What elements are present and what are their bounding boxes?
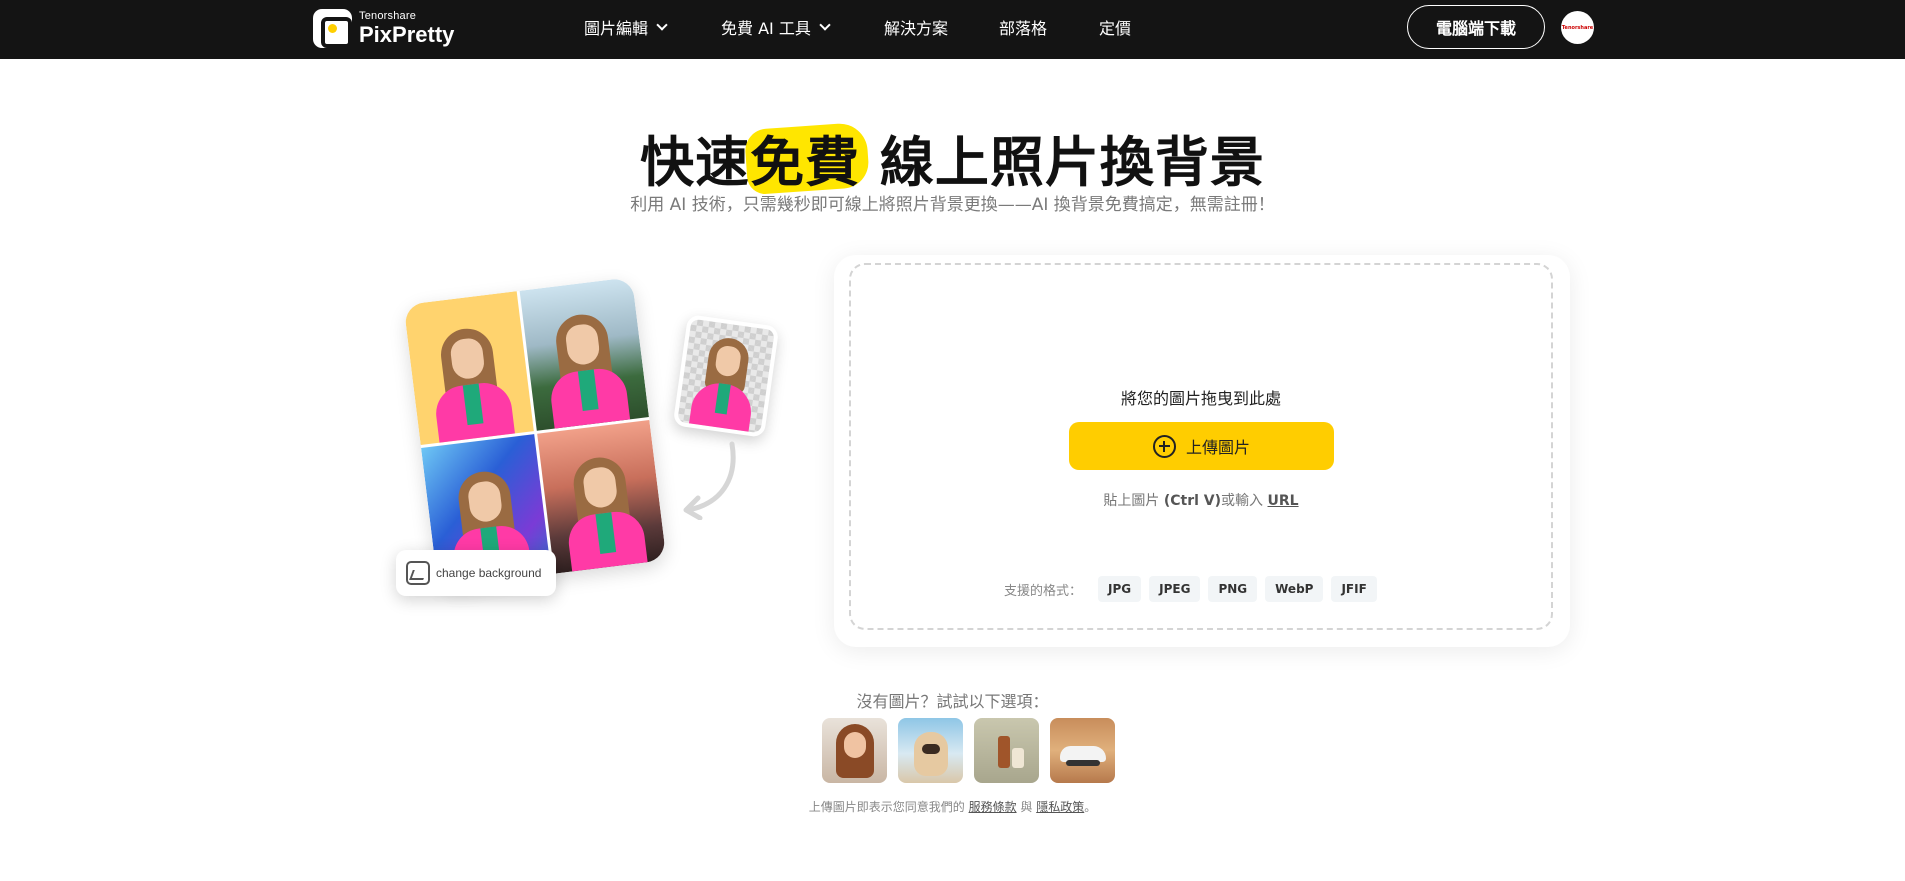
paste-hint: 貼上圖片 (Ctrl V)或輸入 URL — [1103, 493, 1299, 509]
format-badge: JPG — [1098, 576, 1142, 602]
page-title: 快速免費 線上照片換背景 — [0, 118, 1905, 197]
background-variations-grid — [403, 277, 667, 588]
drop-instruction: 將您的圖片拖曳到此處 — [1120, 389, 1281, 408]
chevron-down-icon — [819, 18, 831, 31]
sample-dog[interactable] — [898, 718, 963, 783]
privacy-policy-link[interactable]: 隱私政策 — [1036, 800, 1084, 814]
samples-title: 沒有圖片？試試以下選項： — [856, 692, 1049, 711]
desktop-download-button[interactable]: 電腦端下載 — [1407, 5, 1545, 49]
hero-illustration: change background — [390, 277, 790, 610]
nav-item-label: 解決方案 — [884, 19, 949, 38]
upload-card: 將您的圖片拖曳到此處 上傳圖片 貼上圖片 (Ctrl V)或輸入 URL 支援的… — [834, 255, 1570, 647]
image-dropzone[interactable]: 將您的圖片拖曳到此處 上傳圖片 貼上圖片 (Ctrl V)或輸入 URL 支援的… — [849, 263, 1553, 630]
upload-image-button[interactable]: 上傳圖片 — [1069, 422, 1334, 470]
change-background-chip: change background — [396, 550, 556, 596]
image-edit-icon — [406, 561, 430, 585]
account-avatar[interactable]: Tenorshare — [1561, 11, 1594, 44]
chip-label: change background — [436, 566, 542, 580]
nav-item-image-editing[interactable]: 圖片編輯 — [584, 16, 668, 38]
variation-city-background — [536, 419, 667, 574]
brand-company: Tenorshare — [359, 10, 417, 22]
upload-button-label: 上傳圖片 — [1185, 438, 1250, 457]
nav-item-label: 圖片編輯 — [584, 19, 649, 38]
format-badge: JFIF — [1331, 576, 1377, 602]
sample-images — [822, 718, 1115, 783]
transparent-cutout-image — [672, 314, 780, 438]
terms-notice: 上傳圖片即表示您同意我們的 服務條款 與 隱私政策。 — [808, 800, 1097, 814]
sample-portrait[interactable] — [822, 718, 887, 783]
curved-arrow-icon — [683, 441, 736, 520]
nav-item-solutions[interactable]: 解決方案 — [884, 16, 948, 38]
nav-item-pricing[interactable]: 定價 — [1099, 16, 1131, 38]
brand-logo[interactable]: Tenorshare PixPretty — [313, 9, 454, 48]
format-badge: WebP — [1265, 576, 1324, 602]
variation-mountain-background — [519, 277, 649, 431]
format-badge: PNG — [1208, 576, 1258, 602]
title-highlight: 免費 — [750, 118, 860, 197]
variation-yellow-background — [403, 291, 534, 446]
page-subtitle: 利用 AI 技術，只需幾秒即可線上將照片背景更換——AI 換背景免費搞定，無需註… — [630, 195, 1275, 215]
title-part-2: 線上照片換背景 — [860, 131, 1265, 194]
sample-car[interactable] — [1050, 718, 1115, 783]
nav-item-label: 免費 AI 工具 — [721, 19, 811, 38]
format-badge: JPEG — [1149, 576, 1201, 602]
nav-item-free-ai-tools[interactable]: 免費 AI 工具 — [721, 16, 831, 38]
enter-url-link[interactable]: URL — [1268, 493, 1299, 509]
terms-of-service-link[interactable]: 服務條款 — [969, 800, 1017, 814]
nav-item-label: 定價 — [1099, 19, 1132, 38]
paste-shortcut: (Ctrl V) — [1163, 493, 1222, 509]
brand-product: PixPretty — [359, 22, 455, 47]
title-part-1: 快速 — [640, 131, 751, 194]
nav-item-blog[interactable]: 部落格 — [999, 16, 1047, 38]
supported-formats: 支援的格式： JPG JPEG PNG WebP JFIF — [1004, 576, 1377, 602]
sample-bottles[interactable] — [974, 718, 1039, 783]
logo-icon — [313, 9, 352, 48]
top-nav: Tenorshare PixPretty 圖片編輯 免費 AI 工具 解決方案 … — [0, 0, 1905, 59]
plus-circle-icon — [1152, 434, 1176, 458]
formats-label: 支援的格式： — [1004, 583, 1083, 599]
nav-item-label: 部落格 — [999, 19, 1048, 38]
chevron-down-icon — [656, 18, 668, 31]
